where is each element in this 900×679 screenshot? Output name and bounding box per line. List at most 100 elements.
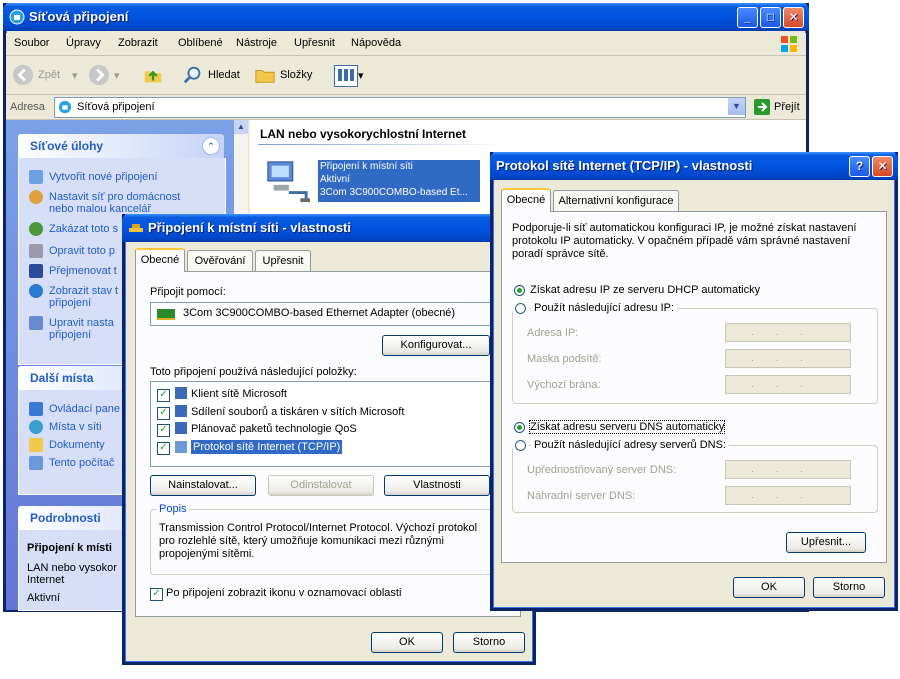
lan-ok-button[interactable]: OK	[371, 632, 443, 653]
item-file-sharing[interactable]: Sdílení souborů a tiskáren v sítích Micr…	[191, 406, 404, 418]
menu-help[interactable]: Nápověda	[351, 37, 401, 49]
explorer-titlebar[interactable]: Síťová připojení _ □ ✕	[3, 3, 809, 31]
install-button[interactable]: Nainstalovat...	[150, 475, 256, 496]
place-network[interactable]: Místa v síti	[49, 421, 102, 433]
lan-connection-icon[interactable]	[264, 158, 310, 204]
gateway-field: ...	[725, 375, 851, 394]
dns-auto-label[interactable]: Získat adresu serveru DNS automaticky	[528, 420, 726, 434]
ip-manual-label[interactable]: Použít následující adresu IP:	[531, 302, 678, 314]
item-tcpip[interactable]: Protokol sítě Internet (TCP/IP)	[191, 440, 343, 454]
configure-button[interactable]: Konfigurovat...	[382, 335, 490, 356]
task-edit-settings-line2[interactable]: připojení	[49, 329, 91, 341]
address-field[interactable]: Síťová připojení ▼	[54, 97, 746, 118]
views-dropdown-icon[interactable]: ▾	[358, 69, 364, 82]
section-divider	[258, 144, 508, 145]
network-connections-icon	[9, 9, 25, 25]
address-dropdown-icon[interactable]: ▼	[728, 98, 745, 115]
menu-view[interactable]: Zobrazit	[118, 37, 158, 49]
lan-dialog-titlebar[interactable]: Připojení k místní síti - vlastnosti	[122, 214, 536, 242]
tab-advanced[interactable]: Upřesnit	[255, 250, 311, 271]
tcpip-dialog-titlebar[interactable]: Protokol sítě Internet (TCP/IP) - vlastn…	[490, 152, 898, 180]
ip-manual-radio[interactable]	[512, 300, 529, 317]
show-icon-checkbox[interactable]: ✓	[150, 588, 163, 601]
place-documents[interactable]: Dokumenty	[49, 439, 105, 451]
advanced-button[interactable]: Upřesnit...	[786, 532, 866, 553]
disable-icon	[29, 222, 43, 236]
forward-arrow-icon[interactable]	[88, 64, 110, 86]
task-home-network[interactable]: Nastavit síť pro domácnost	[49, 191, 180, 203]
network-connections-icon	[58, 100, 72, 114]
search-label[interactable]: Hledat	[208, 69, 240, 81]
checkbox-file-sharing[interactable]: ✓	[157, 407, 170, 420]
dns-preferred-field: ...	[725, 460, 851, 479]
task-disable[interactable]: Zakázat toto s	[49, 223, 118, 235]
back-arrow-icon[interactable]	[12, 64, 34, 86]
place-computer[interactable]: Tento počítač	[49, 457, 114, 469]
checkbox-qos[interactable]: ✓	[157, 424, 170, 437]
help-button[interactable]: ?	[849, 156, 870, 177]
task-rename[interactable]: Přejmenovat t	[49, 265, 117, 277]
menu-tools[interactable]: Nástroje	[236, 37, 277, 49]
lan-connection-item[interactable]: Připojení k místní síti Aktivní 3Com 3C9…	[318, 160, 480, 202]
network-adapter-icon	[129, 224, 143, 232]
go-arrow-icon[interactable]	[754, 99, 770, 115]
place-control-panel[interactable]: Ovládací pane	[49, 403, 120, 415]
views-icon[interactable]	[334, 65, 358, 87]
task-edit-settings[interactable]: Upravit nasta	[49, 317, 114, 329]
minimize-button[interactable]: _	[737, 7, 758, 28]
folders-label[interactable]: Složky	[280, 69, 312, 81]
collapse-icon[interactable]: ⌃	[202, 137, 220, 155]
task-status-line2[interactable]: připojení	[49, 297, 91, 309]
menu-bar: Soubor Úpravy Zobrazit Oblíbené Nástroje…	[6, 33, 806, 56]
description-text: Transmission Control Protocol/Internet P…	[159, 522, 478, 560]
tcpip-cancel-button[interactable]: Storno	[813, 577, 885, 598]
address-bar: Adresa Síťová připojení ▼ Přejít	[6, 95, 806, 120]
dns-auto-radio[interactable]	[514, 422, 525, 433]
menu-file[interactable]: Soubor	[14, 37, 49, 49]
tcpip-close-button[interactable]: ✕	[872, 156, 893, 177]
tab-general[interactable]: Obecné	[501, 188, 551, 212]
back-label[interactable]: Zpět	[38, 69, 60, 81]
ip-auto-label[interactable]: Získat adresu IP ze serveru DHCP automat…	[530, 284, 760, 296]
properties-button[interactable]: Vlastnosti	[384, 475, 490, 496]
documents-icon	[29, 438, 43, 452]
go-button[interactable]: Přejít	[774, 101, 800, 113]
dns-manual-label[interactable]: Použít následující adresy serverů DNS:	[531, 439, 729, 451]
folders-icon[interactable]	[254, 64, 276, 86]
show-icon-label[interactable]: Po připojení zobrazit ikonu v oznamovací…	[166, 587, 401, 599]
up-folder-icon[interactable]	[142, 64, 164, 86]
task-repair[interactable]: Opravit toto p	[49, 245, 115, 257]
tab-alternate-config[interactable]: Alternativní konfigurace	[553, 190, 679, 211]
rename-icon	[29, 264, 43, 278]
checkbox-client[interactable]: ✓	[157, 389, 170, 402]
menu-edit[interactable]: Úpravy	[66, 37, 101, 49]
connection-name: Připojení k místní síti	[320, 161, 413, 172]
manual-dns-group: Použít následující adresy serverů DNS: U…	[512, 437, 878, 513]
connection-device: 3Com 3C900COMBO-based Et...	[320, 187, 468, 198]
adapter-name: 3Com 3C900COMBO-based Ethernet Adapter (…	[183, 307, 456, 319]
search-icon[interactable]	[182, 64, 204, 86]
close-button[interactable]: ✕	[783, 7, 804, 28]
tab-authentication[interactable]: Ověřování	[187, 250, 253, 271]
back-dropdown-icon[interactable]: ▾	[72, 69, 78, 82]
maximize-button[interactable]: □	[760, 7, 781, 28]
menu-favorites[interactable]: Oblíbené	[178, 37, 223, 49]
checkbox-tcpip[interactable]: ✓	[157, 442, 170, 455]
address-value: Síťová připojení	[77, 101, 155, 113]
task-new-connection[interactable]: Vytvořit nové připojení	[49, 171, 157, 183]
item-client[interactable]: Klient sítě Microsoft	[191, 388, 287, 400]
edit-settings-icon	[29, 316, 43, 330]
components-list[interactable]: ✓ Klient sítě Microsoft ✓ Sdílení soubor…	[150, 381, 504, 467]
item-qos[interactable]: Plánovač paketů technologie QoS	[191, 423, 357, 435]
lan-cancel-button[interactable]: Storno	[453, 632, 525, 653]
tcpip-ok-button[interactable]: OK	[733, 577, 805, 598]
task-status[interactable]: Zobrazit stav t	[49, 285, 118, 297]
dns-manual-radio[interactable]	[512, 437, 529, 454]
ip-auto-radio[interactable]	[514, 285, 525, 296]
menu-advanced[interactable]: Upřesnit	[294, 37, 335, 49]
forward-dropdown-icon[interactable]: ▾	[114, 69, 120, 82]
scroll-up-icon[interactable]: ▲	[234, 120, 248, 134]
network-tasks-header[interactable]: Síťové úlohy ⌃	[18, 134, 224, 158]
tab-general[interactable]: Obecné	[135, 248, 185, 272]
protocol-icon	[175, 441, 187, 453]
